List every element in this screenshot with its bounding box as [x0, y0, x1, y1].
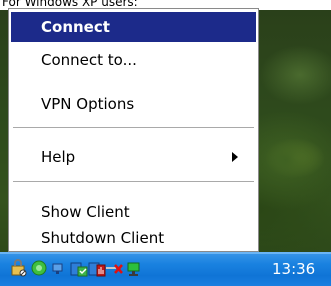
- menu-item-vpn-options[interactable]: VPN Options: [11, 89, 256, 119]
- menu-item-label: Help: [41, 148, 76, 166]
- security-check-icon[interactable]: [70, 259, 88, 277]
- network-icon[interactable]: [50, 259, 68, 277]
- menu-item-label: Show Client: [41, 203, 130, 221]
- computer-network-icon[interactable]: [124, 259, 142, 277]
- menu-separator: [13, 127, 254, 128]
- menu-item-label: Shutdown Client: [41, 229, 165, 247]
- menu-item-shutdown-client[interactable]: Shutdown Client: [11, 223, 256, 253]
- menu-item-help[interactable]: Help: [11, 142, 256, 172]
- taskbar-highlight: [0, 252, 331, 254]
- submenu-arrow-icon: [232, 152, 238, 162]
- menu-item-label: VPN Options: [41, 95, 135, 113]
- menu-item-connect-to[interactable]: Connect to...: [11, 45, 256, 75]
- tray-clock[interactable]: 13:36: [272, 259, 315, 279]
- network-disconnected-icon[interactable]: [106, 259, 124, 277]
- context-menu: Connect Connect to... VPN Options Help S…: [8, 8, 259, 252]
- green-shield-icon[interactable]: [30, 259, 48, 277]
- menu-item-label: Connect: [41, 18, 110, 36]
- lock-icon[interactable]: [10, 259, 28, 277]
- chart-icon[interactable]: [88, 259, 106, 277]
- menu-item-label: Connect to...: [41, 51, 137, 69]
- menu-item-connect[interactable]: Connect: [11, 12, 256, 42]
- menu-separator: [13, 181, 254, 182]
